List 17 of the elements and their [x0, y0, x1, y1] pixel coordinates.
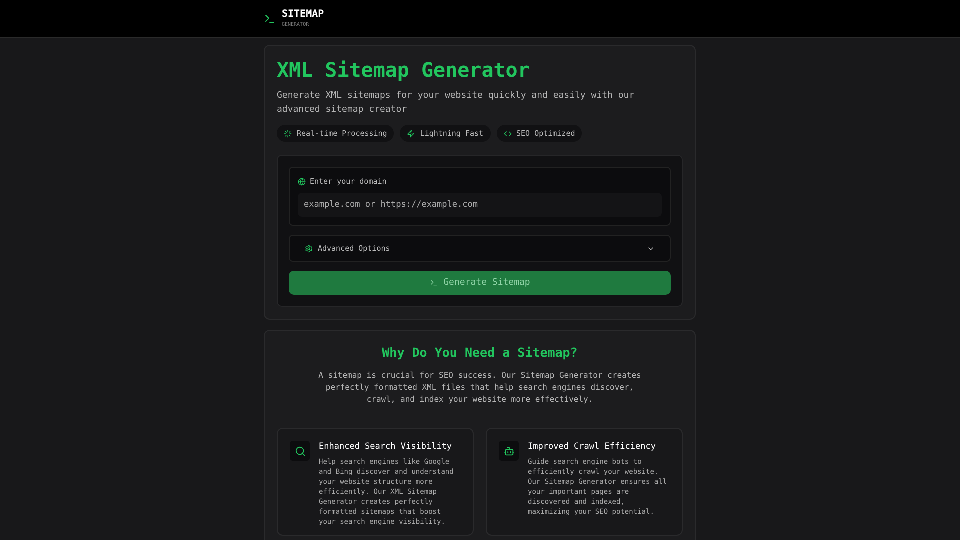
globe-icon: [298, 178, 306, 186]
spinner-icon: [284, 130, 292, 138]
terminal-icon: [430, 279, 438, 288]
robot-icon: [504, 446, 514, 456]
section-intro: A sitemap is crucial for SEO success. Our Sitemap Generator creates perfectly formatted XML files that help search engines discover, crawl, and index your website more effectively.: [318, 370, 642, 406]
gear-icon: [305, 244, 313, 253]
lightning-icon: [407, 130, 416, 138]
benefit-title: Enhanced Search Visibility: [319, 441, 454, 453]
terminal-icon: [264, 12, 276, 24]
page-title: XML Sitemap Generator: [277, 58, 531, 82]
code-icon: [504, 130, 512, 138]
search-icon: [294, 446, 306, 456]
page-subtitle: Generate XML sitemaps for your website quickly and easily with our advanced sitemap creator: [277, 90, 636, 117]
logo-title: SITEMAP: [282, 10, 324, 20]
domain-input-field[interactable]: example.com or https://example.com: [298, 193, 662, 218]
benefit-title: Improved Crawl Efficiency: [528, 441, 657, 453]
section-title: Why Do You Need a Sitemap?: [381, 344, 579, 362]
